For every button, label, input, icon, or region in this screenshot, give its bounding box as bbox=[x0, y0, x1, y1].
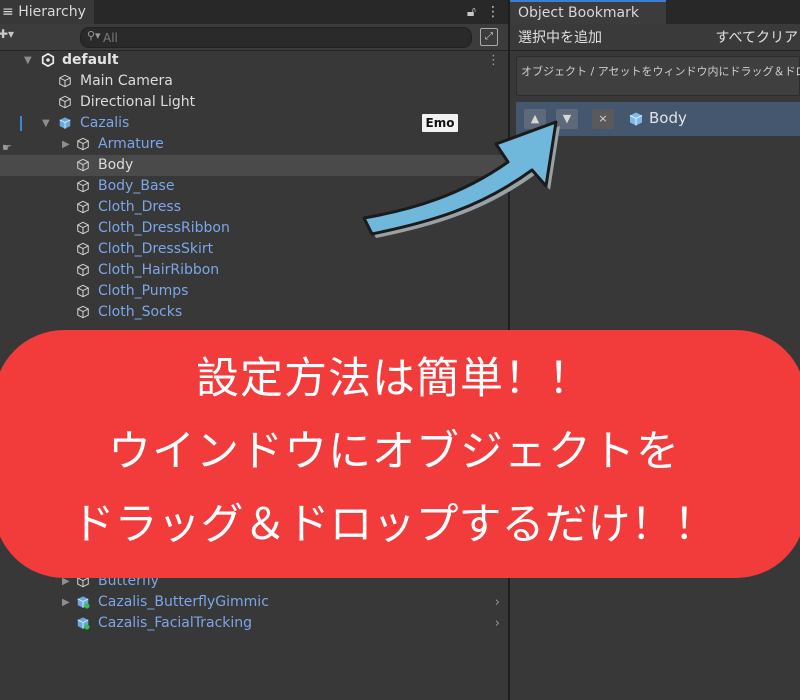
gameobject-icon bbox=[77, 284, 89, 298]
drop-area[interactable]: オブジェクト / アセットをウィンドウ内にドラッグ＆ドロップ bbox=[516, 56, 800, 96]
chevron-right-icon[interactable]: › bbox=[495, 592, 500, 613]
gameobject-icon bbox=[59, 95, 71, 109]
gameobject-icon bbox=[77, 158, 89, 172]
hierarchy-item-label: Cloth_Socks bbox=[98, 304, 183, 320]
hierarchy-toolbar: ✚▾ ⚲▾ ⤢ bbox=[0, 24, 508, 51]
search-input[interactable] bbox=[103, 28, 463, 47]
scene-row[interactable]: ▼ default ⋮ bbox=[0, 50, 508, 71]
banner-line-3: ドラッグ＆ドロップするだけ！！ bbox=[71, 500, 717, 550]
drop-hint: オブジェクト / アセットをウィンドウ内にドラッグ＆ドロップ bbox=[521, 65, 800, 78]
gameobject-icon bbox=[77, 200, 89, 214]
hierarchy-row[interactable]: Cloth_HairRibbon bbox=[0, 260, 508, 281]
scene-visibility-icon[interactable]: ⤢ bbox=[480, 28, 498, 46]
kebab-menu-icon[interactable]: ⋮ bbox=[486, 4, 500, 20]
promo-banner: 設定方法は簡単！！ ウインドウにオブジェクトを ドラッグ＆ドロップするだけ！！ bbox=[0, 330, 800, 578]
prefab-variant-icon bbox=[77, 596, 90, 609]
hierarchy-item-label: Cloth_Pumps bbox=[98, 283, 189, 299]
remove-bookmark-button[interactable]: × bbox=[592, 109, 614, 129]
hierarchy-row[interactable]: Main Camera bbox=[0, 71, 508, 92]
hierarchy-tab-title: Hierarchy bbox=[18, 4, 86, 20]
unity-scene-icon bbox=[41, 53, 55, 67]
banner-line-1: 設定方法は簡単！！ bbox=[196, 354, 592, 404]
gameobject-icon bbox=[77, 263, 89, 277]
prefab-icon bbox=[59, 117, 71, 129]
hierarchy-item-label: Cazalis_ButterflyGimmic bbox=[98, 594, 269, 610]
chevron-right-icon[interactable]: › bbox=[495, 613, 500, 634]
hierarchy-row[interactable]: ▶ Cazalis_ButterflyGimmic › bbox=[0, 592, 508, 613]
prefab-variant-icon bbox=[77, 617, 90, 630]
collapse-arrow-icon[interactable]: ▶ bbox=[62, 134, 70, 155]
hierarchy-item-label: Cloth_DressSkirt bbox=[98, 241, 214, 257]
hierarchy-item-label: Armature bbox=[98, 136, 164, 152]
hierarchy-item-label: Body bbox=[98, 157, 134, 173]
hierarchy-item-label: Cazalis_FacialTracking bbox=[98, 615, 253, 631]
hierarchy-row[interactable]: Cloth_Socks bbox=[0, 302, 508, 323]
scene-menu-icon[interactable]: ⋮ bbox=[487, 50, 500, 71]
add-selected-button[interactable]: 選択中を追加 bbox=[518, 27, 602, 47]
search-icon: ⚲▾ bbox=[87, 29, 101, 42]
gameobject-icon bbox=[59, 74, 71, 88]
gameobject-icon bbox=[77, 179, 89, 193]
search-field[interactable]: ⚲▾ bbox=[80, 27, 472, 48]
gameobject-icon bbox=[77, 137, 89, 151]
clear-all-button[interactable]: すべてクリア bbox=[716, 27, 798, 47]
gameobject-icon bbox=[77, 305, 89, 319]
hierarchy-row[interactable]: Cloth_DressSkirt bbox=[0, 239, 508, 260]
hierarchy-item-label: Body_Base bbox=[98, 178, 175, 194]
bookmark-toolbar: 選択中を追加 すべてクリア bbox=[510, 24, 800, 51]
drag-direction-arrow-icon bbox=[362, 120, 560, 238]
bookmark-item-label: Body bbox=[649, 109, 687, 127]
hierarchy-item-label: Cloth_HairRibbon bbox=[98, 262, 220, 278]
lock-icon[interactable]: 🔓︎ bbox=[467, 4, 476, 20]
expand-arrow-icon[interactable]: ▼ bbox=[24, 50, 32, 71]
hierarchy-row[interactable]: Cazalis_FacialTracking › bbox=[0, 613, 508, 634]
hierarchy-item-label: Directional Light bbox=[80, 94, 196, 110]
banner-line-2: ウインドウにオブジェクトを bbox=[108, 427, 680, 477]
hierarchy-item-label: Cazalis bbox=[80, 115, 130, 131]
hierarchy-tab-icons: 🔓︎ ⋮ bbox=[457, 0, 500, 24]
prefab-icon bbox=[629, 112, 643, 126]
selection-indicator bbox=[20, 116, 22, 131]
hierarchy-tab[interactable]: ≡ Hierarchy bbox=[0, 0, 94, 24]
hamburger-icon: ≡ bbox=[2, 4, 19, 20]
hierarchy-row[interactable]: Cloth_Pumps bbox=[0, 281, 508, 302]
hierarchy-item-label: Cloth_Dress bbox=[98, 199, 182, 215]
object-bookmark-tab[interactable]: Object Bookmark bbox=[510, 0, 666, 24]
hierarchy-item-label: Main Camera bbox=[80, 73, 173, 89]
expand-arrow-icon[interactable]: ▼ bbox=[42, 113, 50, 134]
create-dropdown-button[interactable]: ✚▾ bbox=[0, 27, 14, 41]
gameobject-icon bbox=[77, 242, 89, 256]
scene-name: default bbox=[62, 52, 119, 68]
gameobject-icon bbox=[77, 221, 89, 235]
bookmark-tab-bar: Object Bookmark bbox=[510, 0, 800, 25]
hierarchy-tab-bar: ≡ Hierarchy 🔓︎ ⋮ bbox=[0, 0, 508, 25]
hierarchy-item-label: Cloth_DressRibbon bbox=[98, 220, 230, 236]
collapse-arrow-icon[interactable]: ▶ bbox=[62, 592, 70, 613]
